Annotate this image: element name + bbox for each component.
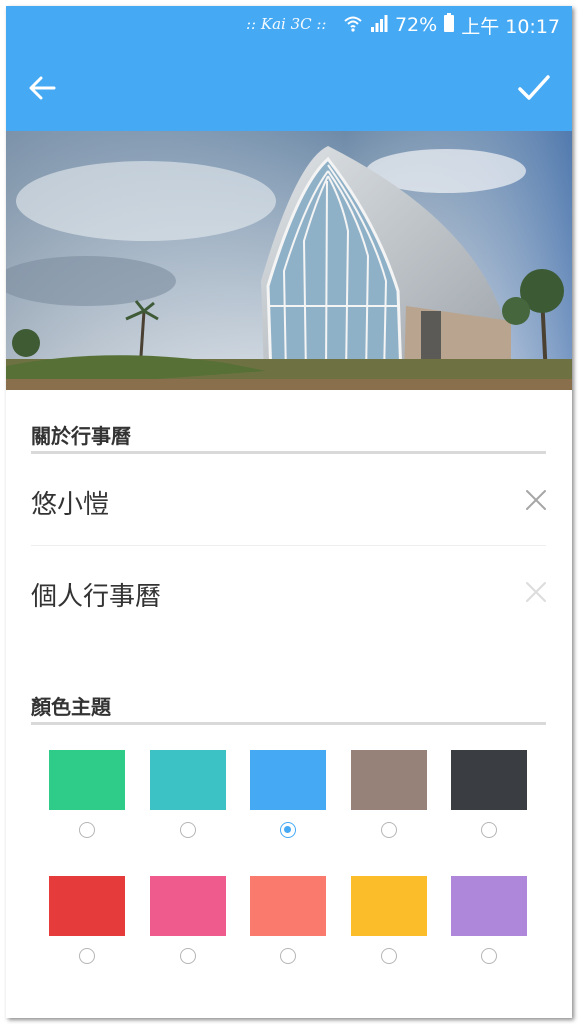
color-swatch[interactable] (49, 876, 125, 936)
color-swatch[interactable] (351, 750, 427, 810)
color-radio[interactable] (180, 948, 196, 964)
color-radio[interactable] (481, 822, 497, 838)
color-swatch[interactable] (451, 750, 527, 810)
clear-name-button[interactable] (520, 484, 552, 516)
calendar-description-field[interactable]: 個人行事曆 (31, 576, 161, 613)
close-icon (526, 490, 546, 510)
check-icon (518, 75, 550, 100)
color-swatch[interactable] (451, 876, 527, 936)
color-radio[interactable] (79, 822, 95, 838)
app-screen: :: Kai 3C :: 72% 上午 10:17 關於行事曆 悠小愷 個人行事… (6, 6, 572, 1018)
color-theme-heading: 顏色主題 (31, 695, 111, 719)
battery-percent: 72% (394, 14, 438, 36)
row-divider (31, 545, 546, 546)
clear-description-button[interactable] (520, 576, 552, 608)
section-divider (31, 451, 546, 454)
chapel-photo (6, 131, 572, 390)
status-bar: :: Kai 3C :: 72% 上午 10:17 (6, 6, 572, 44)
clock: 上午 10:17 (461, 15, 560, 38)
about-calendar-heading: 關於行事曆 (31, 424, 131, 448)
color-radio[interactable] (381, 948, 397, 964)
close-icon (526, 582, 546, 602)
calendar-name-field[interactable]: 悠小愷 (31, 484, 109, 521)
section-divider (31, 722, 546, 725)
color-radio[interactable] (280, 822, 296, 838)
signal-icon (369, 13, 389, 38)
watermark: :: Kai 3C :: (246, 15, 327, 33)
color-swatch[interactable] (351, 876, 427, 936)
color-swatch[interactable] (49, 750, 125, 810)
color-radio[interactable] (481, 948, 497, 964)
back-button[interactable] (20, 66, 64, 110)
color-swatch[interactable] (150, 750, 226, 810)
color-radio[interactable] (381, 822, 397, 838)
calendar-cover-image[interactable] (6, 131, 572, 390)
battery-icon (443, 12, 455, 38)
color-radio[interactable] (280, 948, 296, 964)
color-radio[interactable] (79, 948, 95, 964)
color-swatch[interactable] (250, 876, 326, 936)
toolbar (6, 44, 572, 131)
wifi-icon (343, 13, 363, 38)
color-radio[interactable] (180, 822, 196, 838)
color-swatch[interactable] (150, 876, 226, 936)
color-swatch[interactable] (250, 750, 326, 810)
arrow-left-icon (29, 76, 56, 100)
confirm-button[interactable] (510, 64, 558, 112)
status-icons: 72% 上午 10:17 (343, 12, 560, 38)
